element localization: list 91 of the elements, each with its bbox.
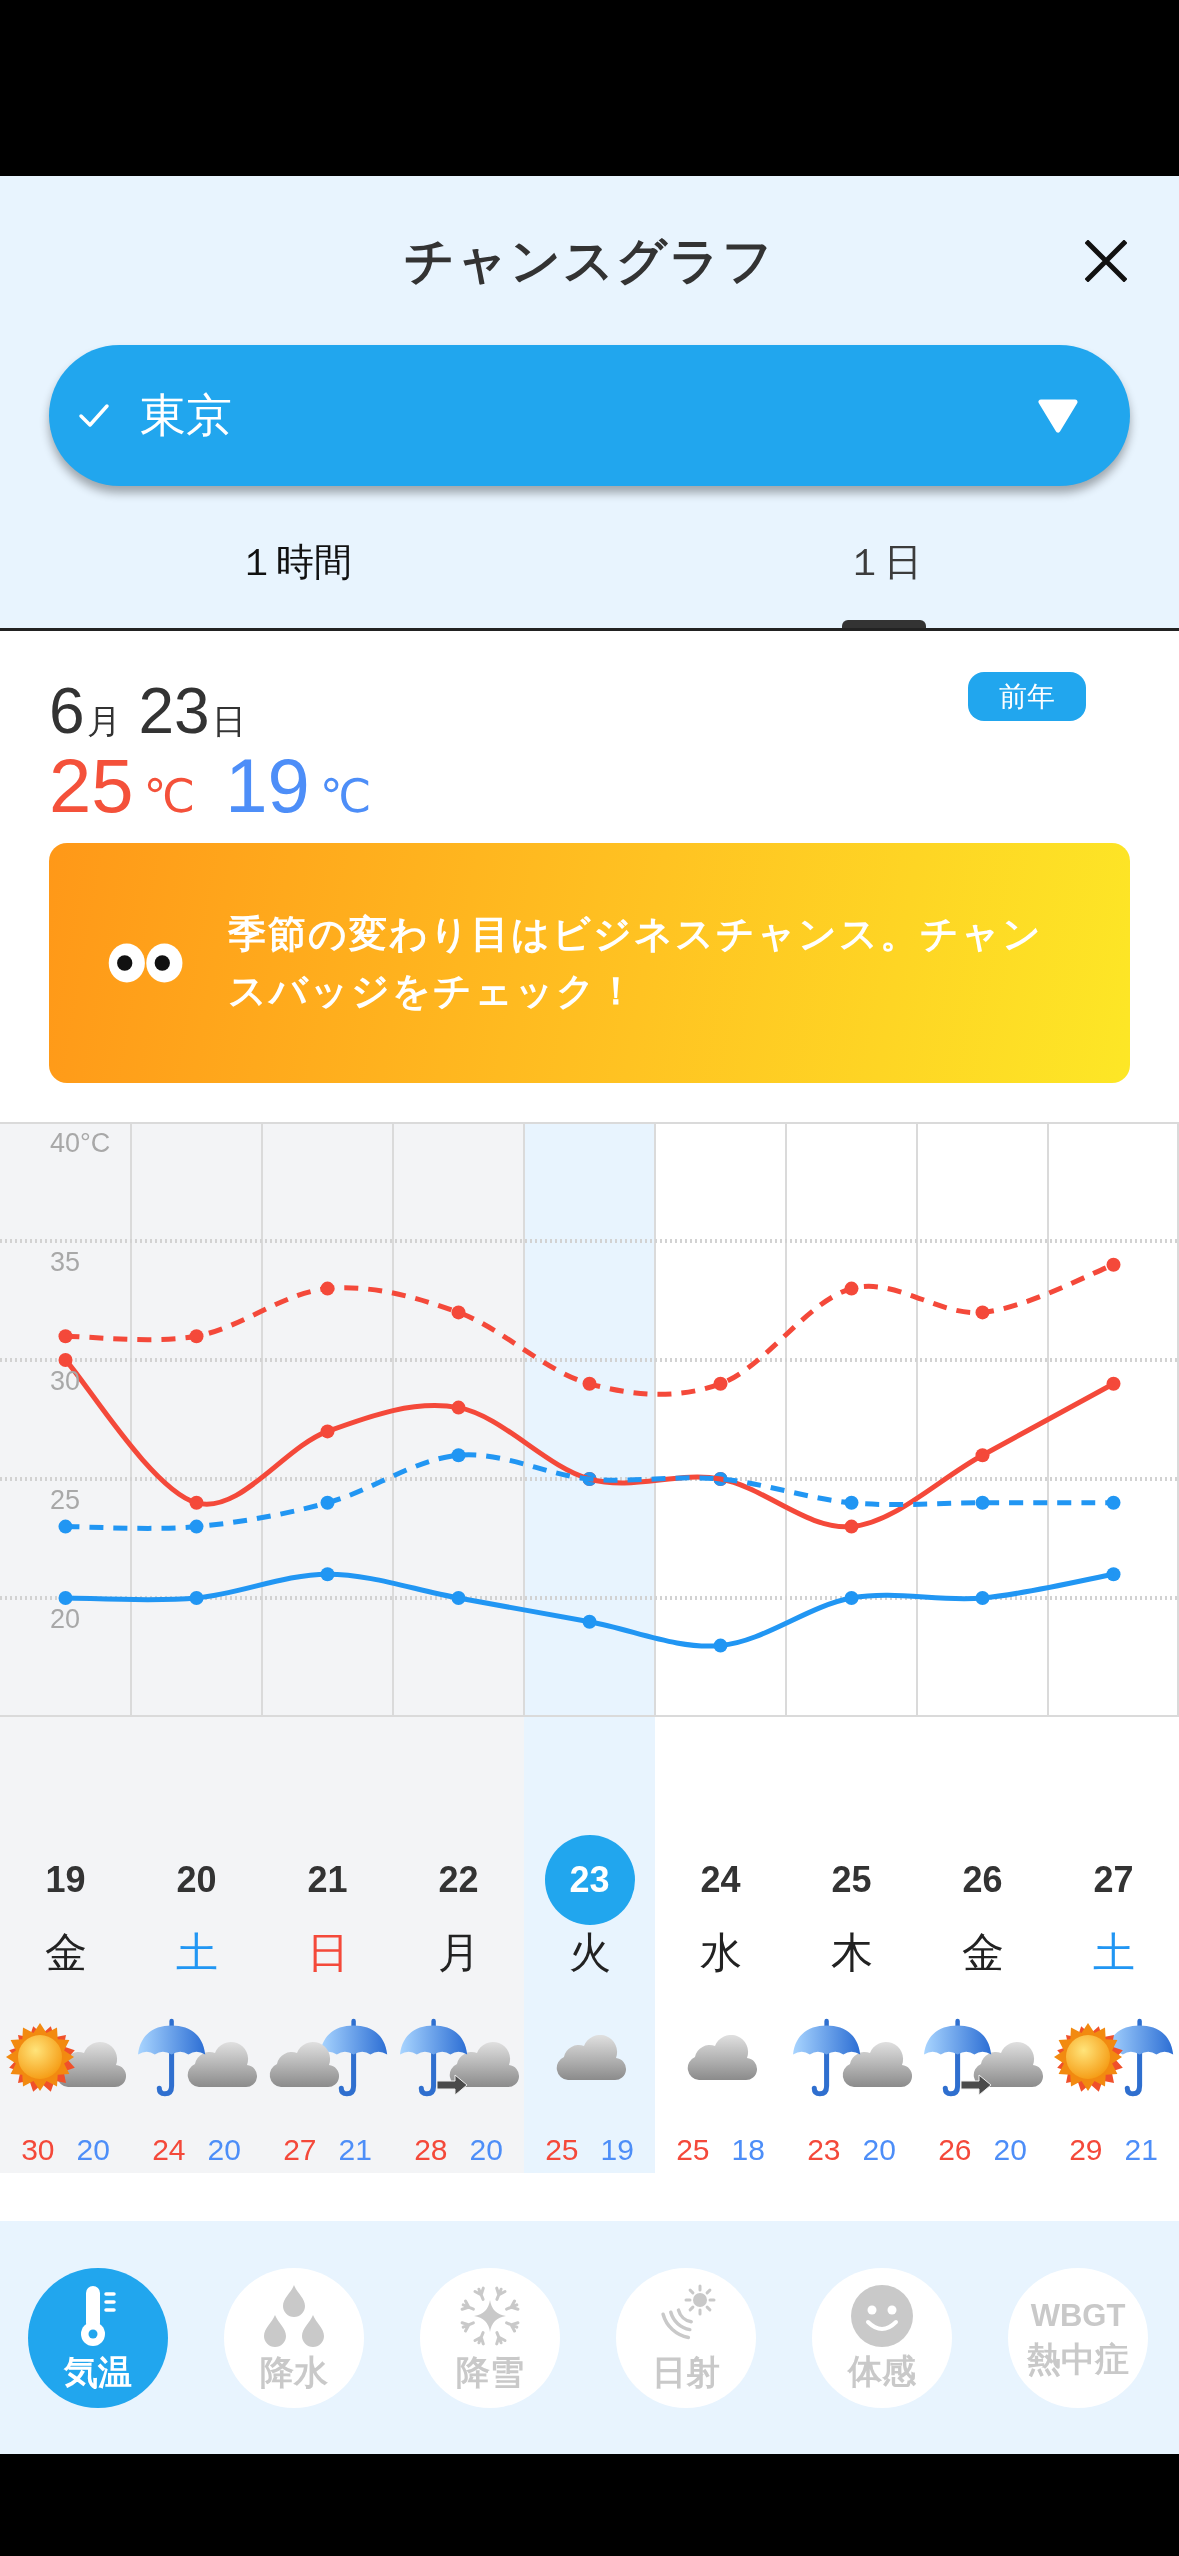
tab[interactable]: １時間 [194,486,395,628]
data-point [844,1519,859,1534]
data-point [975,1495,990,1510]
thermometer-icon [78,2283,118,2348]
day-number: 19 [44,1858,87,1902]
high-temperature: 25 [676,2132,710,2168]
data-point [582,1614,597,1629]
day-number: 23 [544,1835,635,1925]
data-point [1106,1495,1121,1510]
data-point [451,1400,466,1415]
low-temperature: 20 [207,2132,241,2168]
day-number: 27 [1092,1858,1135,1902]
water-drops-icon [262,2283,326,2348]
high-temperature: 29 [1069,2132,1103,2168]
data-point [975,1591,990,1605]
weekday-label: 水 [699,1928,742,1978]
low-temperature: 20 [76,2132,110,2168]
high-temperature: 30 [21,2132,55,2168]
data-point [844,1281,859,1296]
low-temperature: 18 [731,2132,765,2168]
weekday-label: 土 [1092,1928,1135,1978]
weekday-label: 火 [568,1928,611,1978]
day-number: 20 [175,1858,218,1902]
weekday-label: 月 [437,1928,480,1978]
axis-label: 30 [50,1366,81,1396]
data-point [320,1424,335,1439]
day-column[interactable]: 20 土 24 20 [131,1717,262,2173]
data-point [713,1376,728,1391]
day-column[interactable]: 19 金 30 20 [0,1717,131,2173]
low-temperature: 21 [1124,2132,1158,2168]
low-temperature: 21 [338,2132,372,2168]
banner-text: 季節の変わり目はビジネスチャンス。チャンスバッジをチェック！ [228,912,1045,1014]
data-point [189,1519,204,1534]
day-column[interactable]: 21 日 27 21 [262,1717,393,2173]
data-point [320,1567,335,1582]
data-point [582,1376,597,1391]
data-point [844,1591,859,1605]
high-temperature: 28 [414,2132,448,2168]
low-temperature: 20 [469,2132,503,2168]
data-point [451,1591,466,1605]
tab[interactable]: １日 [784,486,985,628]
close-icon [1085,239,1127,282]
axis-label: 35 [50,1247,81,1277]
data-point [975,1448,990,1463]
high-temperature: 27 [283,2132,317,2168]
check-icon [78,402,110,429]
data-point [58,1591,73,1605]
day-column[interactable]: 23 火 25 19 [524,1717,655,2173]
low-temperature: 20 [862,2132,896,2168]
high-temperature: 25 [545,2132,579,2168]
data-point [451,1448,466,1463]
high-temperature: 24 [152,2132,186,2168]
axis-label: 40°C [50,1128,111,1158]
weekday-label: 金 [44,1928,87,1978]
low-temperature: 19℃ [225,746,372,830]
window-title: チャンスグラフ [404,231,775,291]
day-number: 22 [437,1858,480,1902]
data-point [975,1305,990,1320]
data-point [320,1281,335,1296]
data-point [1106,1257,1121,1272]
data-point [844,1495,859,1510]
data-point [451,1305,466,1320]
data-point [58,1353,73,1367]
axis-label: 20 [50,1604,81,1634]
data-point [189,1329,204,1344]
data-point [1106,1567,1121,1582]
day-number: 24 [699,1858,742,1902]
day-number: 26 [961,1858,1004,1902]
high-temperature: 23 [807,2132,841,2168]
caret-down-icon [1037,397,1079,434]
data-point [189,1591,204,1605]
data-point [713,1638,728,1653]
day-number: 21 [306,1858,349,1902]
high-temperature: 25℃ [49,746,196,830]
smiley-face-icon [851,2284,913,2347]
data-point [58,1329,73,1344]
weekday-label: 木 [830,1928,873,1978]
data-point [58,1519,73,1534]
day-column[interactable]: 22 月 28 20 [393,1717,524,2173]
date-label: 6月 23 日 [49,674,246,749]
weekday-label: 土 [175,1928,218,1978]
data-point [189,1495,204,1510]
day-number: 25 [830,1858,873,1902]
weekday-label: 日 [306,1928,349,1978]
high-temperature: 26 [938,2132,972,2168]
weekday-label: 金 [961,1928,1004,1978]
axis-label: 25 [50,1485,81,1515]
data-point [1106,1376,1121,1391]
low-temperature: 20 [993,2132,1027,2168]
low-temperature: 19 [600,2132,634,2168]
data-point [320,1495,335,1510]
